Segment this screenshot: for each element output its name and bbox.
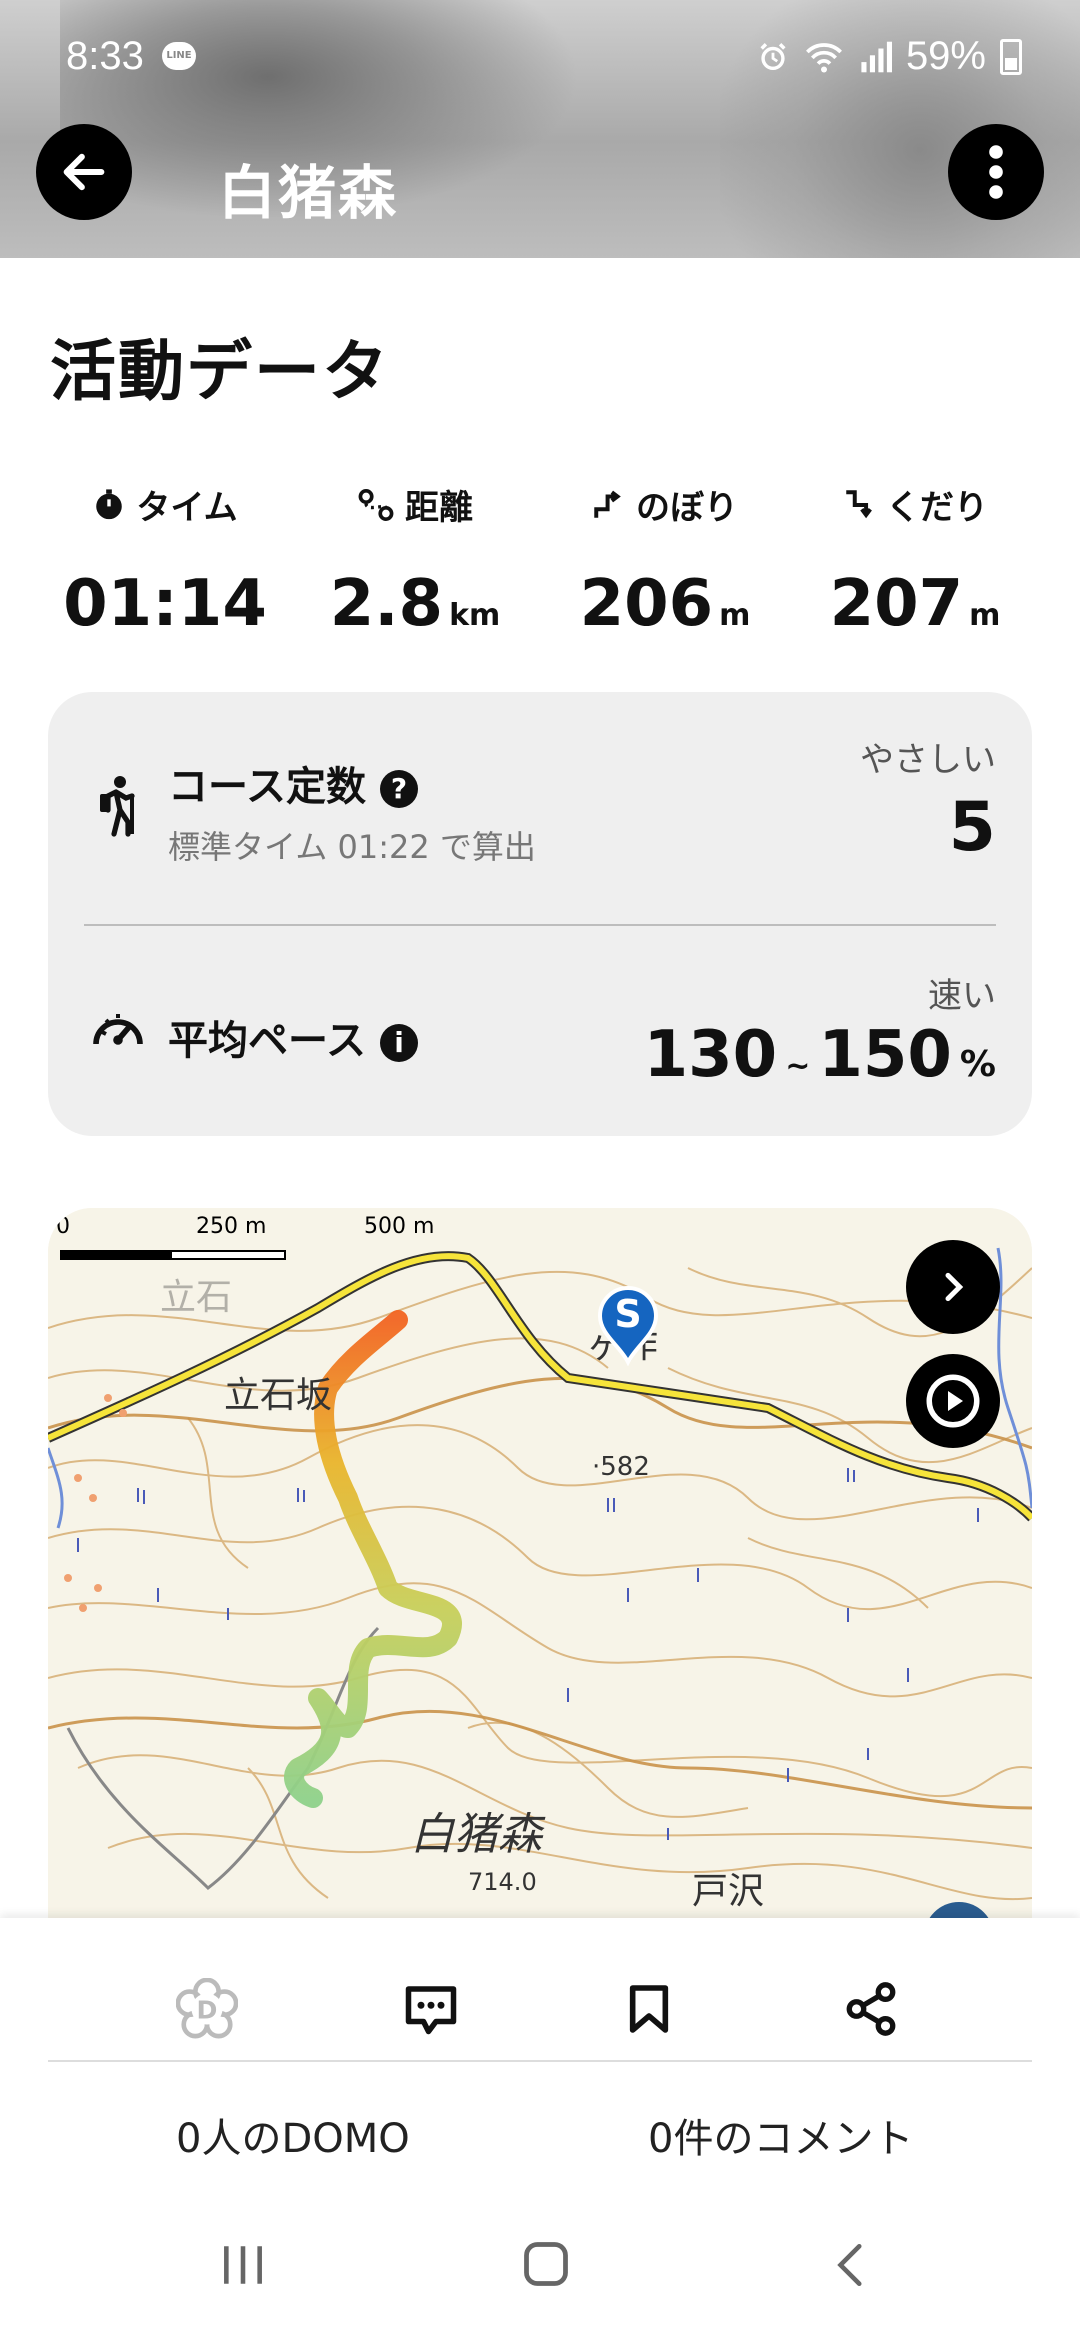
- card-divider: [84, 924, 996, 926]
- map-place-label: 白猪森: [410, 1809, 542, 1860]
- stopwatch-icon: [96, 488, 123, 519]
- map-expand-button[interactable]: [906, 1240, 1000, 1334]
- speedometer-icon: [93, 1014, 143, 1045]
- stat-ascent: のぼり 206 m: [540, 480, 790, 641]
- stat-label: のぼり: [636, 488, 738, 528]
- pace-min: 130: [643, 1018, 778, 1092]
- back-nav-icon[interactable]: [828, 2240, 878, 2290]
- stat-time: タイム 01:14: [40, 480, 290, 641]
- activity-stats: タイム 01:14 距離 2.8 km のぼり 206 m くだり 207 m: [40, 480, 1040, 650]
- status-time: 8:33: [66, 34, 144, 78]
- map-play-button[interactable]: [906, 1354, 1000, 1448]
- course-constant-label: コース定数?: [168, 754, 418, 812]
- map-place-label: 戸沢: [692, 1871, 765, 1912]
- system-navigation-bar: [0, 2188, 1080, 2340]
- stat-label: タイム: [136, 488, 238, 528]
- domo-count[interactable]: 0人のDOMO: [176, 2106, 410, 2164]
- comment-count[interactable]: 0件のコメント: [648, 2106, 913, 2164]
- domo-flower-icon: D: [176, 1978, 238, 2039]
- battery-icon: [1000, 38, 1022, 75]
- difficulty-label: やさしい: [860, 740, 996, 780]
- wifi-icon: [805, 42, 842, 72]
- bookmark-icon: [629, 1985, 669, 2033]
- signal-icon: [861, 41, 892, 72]
- map-place-label: 立石坂: [224, 1375, 333, 1416]
- start-marker-label: S: [614, 1292, 642, 1336]
- stat-descent: くだり 207 m: [790, 480, 1040, 641]
- stat-value: 206: [579, 567, 714, 641]
- course-constant-text: コース定数: [168, 764, 366, 810]
- section-title: 活動データ: [50, 333, 390, 410]
- battery-text: 59%: [905, 34, 986, 78]
- bottom-action-bar: D 0人のDOMO 0件のコメント: [0, 1918, 1080, 2188]
- more-vertical-icon: [989, 145, 1003, 199]
- map-place-label: 714.0: [468, 1868, 537, 1896]
- stat-unit: m: [719, 598, 751, 633]
- course-info-card: コース定数? 標準タイム 01:22 で算出 やさしい 5 平均ペース i 速い …: [48, 692, 1032, 1136]
- stat-distance: 距離 2.8 km: [290, 480, 540, 641]
- arrow-left-icon: [63, 153, 105, 191]
- play-icon: [926, 1374, 980, 1428]
- average-pace-label: 平均ペース i: [168, 1008, 418, 1066]
- page-title: 白猪森: [218, 159, 399, 227]
- route-map[interactable]: 0 250 m 500 m 立石坂 ヶ作 ·582 白猪森 714.0 戸沢 立…: [48, 1208, 1032, 1918]
- stat-value: 207: [829, 567, 964, 641]
- pace-sep: ~: [785, 1049, 811, 1084]
- stat-value: 2.8: [329, 567, 444, 641]
- bottom-divider: [48, 2060, 1032, 2062]
- home-icon[interactable]: [520, 2238, 572, 2290]
- bookmark-button[interactable]: [614, 1974, 684, 2044]
- map-place-label: ·582: [592, 1452, 650, 1482]
- stat-unit: m: [969, 598, 1001, 633]
- route-icon: [358, 488, 394, 521]
- status-icons: 59%: [756, 34, 1022, 79]
- scale-label-250: 250 m: [196, 1214, 267, 1239]
- stat-label: 距離: [405, 488, 473, 528]
- more-menu-button[interactable]: [948, 124, 1044, 220]
- back-button[interactable]: [36, 124, 132, 220]
- average-pace-text: 平均ペース: [168, 1018, 366, 1064]
- scale-label-0: 0: [56, 1214, 70, 1239]
- course-constant-sub: 標準タイム 01:22 で算出: [168, 828, 536, 866]
- share-icon: [846, 1982, 896, 2036]
- comment-icon: [405, 1986, 457, 2035]
- question-icon[interactable]: ?: [380, 770, 418, 808]
- recent-apps-icon[interactable]: [218, 2240, 268, 2290]
- domo-button[interactable]: D: [172, 1974, 242, 2044]
- stat-unit: km: [449, 598, 501, 633]
- stat-value: 01:14: [63, 567, 267, 641]
- alarm-icon: [760, 42, 786, 70]
- pace-max: 150: [818, 1018, 952, 1092]
- share-button[interactable]: [836, 1974, 906, 2044]
- start-marker[interactable]: S: [596, 1286, 660, 1367]
- map-place-label: 立石: [160, 1277, 233, 1318]
- hiker-icon: [100, 776, 135, 837]
- chevron-right-icon: [945, 1272, 964, 1302]
- pace-range: 130 ~150%: [644, 1018, 996, 1092]
- line-app-icon: LINE: [162, 42, 196, 70]
- pace-unit: %: [959, 1044, 996, 1085]
- info-icon[interactable]: i: [380, 1024, 418, 1062]
- comment-button[interactable]: [396, 1974, 466, 2044]
- pace-speed-label: 速い: [928, 976, 996, 1016]
- status-bar: 8:33 LINE 59%: [0, 0, 1080, 110]
- svg-text:D: D: [197, 1996, 218, 2025]
- descent-icon: [846, 489, 872, 518]
- scale-label-500: 500 m: [364, 1214, 435, 1239]
- ascent-icon: [594, 490, 621, 518]
- stat-label: くだり: [886, 488, 988, 528]
- course-constant-value: 5: [948, 788, 996, 867]
